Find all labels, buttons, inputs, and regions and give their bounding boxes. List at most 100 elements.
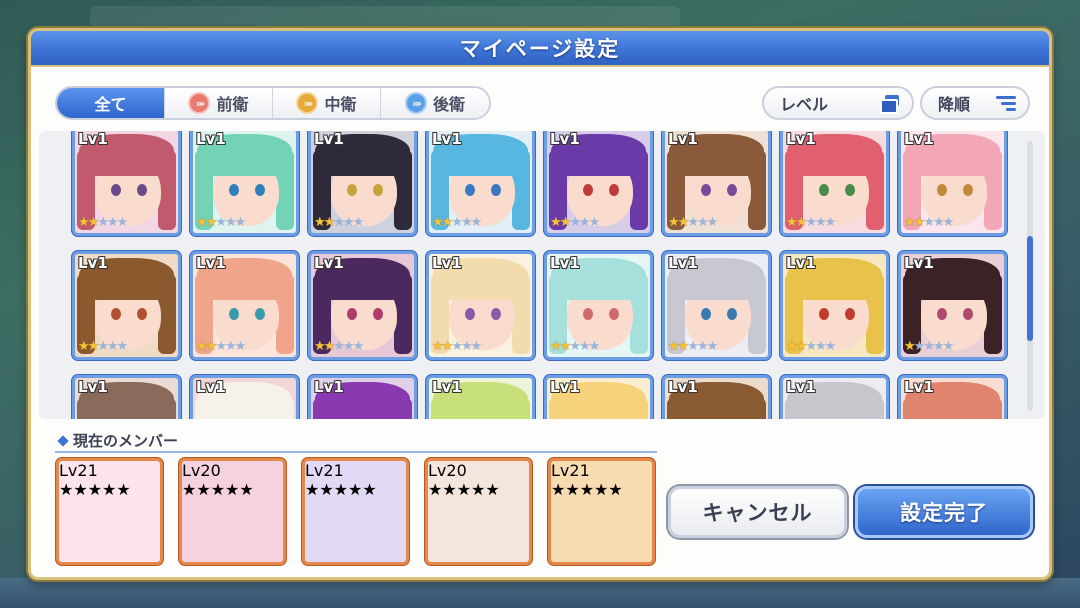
character-card[interactable]: Lv1★★★★★ bbox=[544, 131, 653, 236]
members-divider bbox=[55, 451, 657, 453]
cards-icon bbox=[880, 95, 900, 114]
character-card[interactable]: Lv1★★★★★ bbox=[898, 131, 1007, 236]
sort-order-button[interactable]: 降順 bbox=[920, 86, 1030, 120]
member-card[interactable]: Lv21 ★★★★★ bbox=[56, 458, 163, 565]
portrait-eyes bbox=[701, 308, 737, 320]
character-card[interactable]: Lv1★★★★★ bbox=[662, 375, 771, 419]
character-card[interactable]: Lv1★★★★★ bbox=[662, 251, 771, 360]
character-card[interactable]: Lv1★★★★★ bbox=[426, 375, 535, 419]
level-label: Lv1 bbox=[196, 131, 226, 148]
star-filled-icon: ★ bbox=[205, 339, 218, 354]
character-card[interactable]: Lv1★★★★★ bbox=[662, 131, 771, 236]
member-card[interactable]: Lv20 ★★★★★ bbox=[179, 458, 286, 565]
portrait-eyes bbox=[937, 308, 973, 320]
character-card[interactable]: Lv1★★★★★ bbox=[308, 251, 417, 360]
star-empty-icon: ★ bbox=[451, 339, 463, 354]
grid-scrollbar[interactable] bbox=[1027, 141, 1033, 411]
star-empty-icon: ★ bbox=[224, 339, 237, 354]
sort-key-button[interactable]: レベル bbox=[762, 86, 914, 120]
character-card[interactable]: Lv1★★★★★ bbox=[426, 131, 535, 236]
level-label: Lv1 bbox=[78, 254, 108, 272]
character-card[interactable]: Lv1★★★★★ bbox=[780, 375, 889, 419]
filter-tab-2[interactable]: ››› 中衛 bbox=[273, 88, 381, 118]
star-empty-icon: ★ bbox=[588, 215, 601, 230]
star-filled-icon: ★ bbox=[795, 339, 808, 354]
level-label: Lv1 bbox=[668, 378, 698, 396]
star-empty-icon: ★ bbox=[352, 339, 365, 354]
character-card[interactable]: Lv1★★★★★ bbox=[780, 131, 889, 236]
character-card[interactable]: Lv1★★★★★ bbox=[544, 251, 653, 360]
confirm-settings-button[interactable]: 設定完了 bbox=[855, 486, 1033, 538]
star-empty-icon: ★ bbox=[706, 339, 719, 354]
star-filled-icon: ★ bbox=[432, 215, 444, 230]
role-filter-tabs: 全て ››› 前衛 ››› 中衛 ››› 後衛 bbox=[55, 86, 491, 120]
filter-tab-0[interactable]: 全て bbox=[57, 88, 165, 118]
character-card[interactable]: Lv1★★★★★ bbox=[72, 131, 181, 236]
star-rating: ★★★★★ bbox=[904, 215, 955, 230]
character-grid[interactable]: Lv1 ★★★★★ Lv1 ★★★★★ Lv1 ★★★★★ Lv1 ★★★★★ Lv1 ★★★★★… bbox=[39, 131, 1045, 419]
star-empty-icon: ★ bbox=[696, 339, 709, 354]
star-empty-icon: ★ bbox=[224, 215, 237, 230]
star-empty-icon: ★ bbox=[687, 215, 699, 230]
portrait-eyes bbox=[701, 184, 737, 196]
sort-key-label: レベル bbox=[780, 95, 829, 114]
star-filled-icon: ★ bbox=[323, 215, 336, 230]
my-page-settings-dialog: マイページ設定 全て ››› 前衛 ››› 中衛 ››› 後衛 レベル 降順 Lv1 ★★★★… bbox=[28, 28, 1052, 580]
character-card[interactable]: Lv1★★★★★ bbox=[898, 375, 1007, 419]
character-card[interactable]: Lv1★★★★★ bbox=[190, 251, 299, 360]
character-card[interactable]: Lv1★★★★★ bbox=[190, 375, 299, 419]
star-filled-icon: ★ bbox=[677, 215, 690, 230]
grid-scroll-thumb[interactable] bbox=[1027, 236, 1033, 341]
level-label: Lv20 bbox=[182, 461, 221, 480]
star-empty-icon: ★ bbox=[814, 339, 827, 354]
level-label: Lv20 bbox=[428, 461, 467, 480]
cancel-button[interactable]: キャンセル bbox=[668, 486, 847, 538]
level-label: Lv1 bbox=[78, 131, 108, 148]
star-filled-icon: ★ bbox=[904, 339, 916, 354]
star-empty-icon: ★ bbox=[116, 480, 131, 499]
star-filled-icon: ★ bbox=[182, 480, 197, 499]
member-card[interactable]: Lv21 ★★★★★ bbox=[302, 458, 409, 565]
level-label: Lv1 bbox=[78, 378, 108, 396]
character-card[interactable]: Lv1★★★★★ bbox=[72, 375, 181, 419]
star-empty-icon: ★ bbox=[333, 339, 345, 354]
star-empty-icon: ★ bbox=[470, 215, 483, 230]
character-card[interactable]: Lv1★★★★★ bbox=[72, 251, 181, 360]
star-empty-icon: ★ bbox=[706, 215, 719, 230]
portrait-eyes bbox=[583, 308, 619, 320]
dialog-title: マイページ設定 bbox=[459, 37, 621, 61]
star-empty-icon: ★ bbox=[923, 339, 935, 354]
character-card[interactable]: Lv1★★★★★ bbox=[308, 131, 417, 236]
level-label: Lv1 bbox=[550, 254, 580, 272]
portrait-eyes bbox=[819, 308, 855, 320]
front-role-icon: ››› bbox=[188, 92, 211, 114]
character-card[interactable]: Lv1★★★★★ bbox=[308, 375, 417, 419]
star-rating: ★★★★★ bbox=[182, 480, 283, 499]
star-empty-icon: ★ bbox=[342, 339, 355, 354]
star-rating: ★★★★★ bbox=[196, 215, 247, 230]
star-empty-icon: ★ bbox=[942, 339, 955, 354]
filter-tab-3[interactable]: ››› 後衛 bbox=[381, 88, 489, 118]
star-empty-icon: ★ bbox=[97, 215, 109, 230]
filter-tab-1[interactable]: ››› 前衛 bbox=[165, 88, 273, 118]
character-card[interactable]: Lv1 ★★★★★ bbox=[190, 131, 299, 236]
star-rating: ★★★★★ bbox=[305, 480, 406, 499]
star-empty-icon: ★ bbox=[805, 215, 817, 230]
star-filled-icon: ★ bbox=[668, 339, 680, 354]
member-card[interactable]: Lv21 ★★★★★ bbox=[548, 458, 655, 565]
star-empty-icon: ★ bbox=[608, 480, 623, 499]
member-card[interactable]: Lv20 ★★★★★ bbox=[425, 458, 532, 565]
character-card[interactable]: Lv1★★★★★ bbox=[780, 251, 889, 360]
portrait-eyes bbox=[229, 184, 265, 196]
star-empty-icon: ★ bbox=[234, 215, 247, 230]
character-card[interactable]: Lv1★★★★★ bbox=[544, 375, 653, 419]
dialog-titlebar: マイページ設定 bbox=[31, 31, 1049, 67]
star-filled-icon: ★ bbox=[565, 480, 580, 499]
star-empty-icon: ★ bbox=[942, 215, 955, 230]
star-rating: ★★★★★ bbox=[59, 480, 160, 499]
character-card[interactable]: Lv1★★★★★ bbox=[426, 251, 535, 360]
portrait-eyes bbox=[937, 184, 973, 196]
star-empty-icon: ★ bbox=[578, 339, 591, 354]
character-card[interactable]: Lv1★★★★★ bbox=[898, 251, 1007, 360]
star-filled-icon: ★ bbox=[904, 215, 916, 230]
